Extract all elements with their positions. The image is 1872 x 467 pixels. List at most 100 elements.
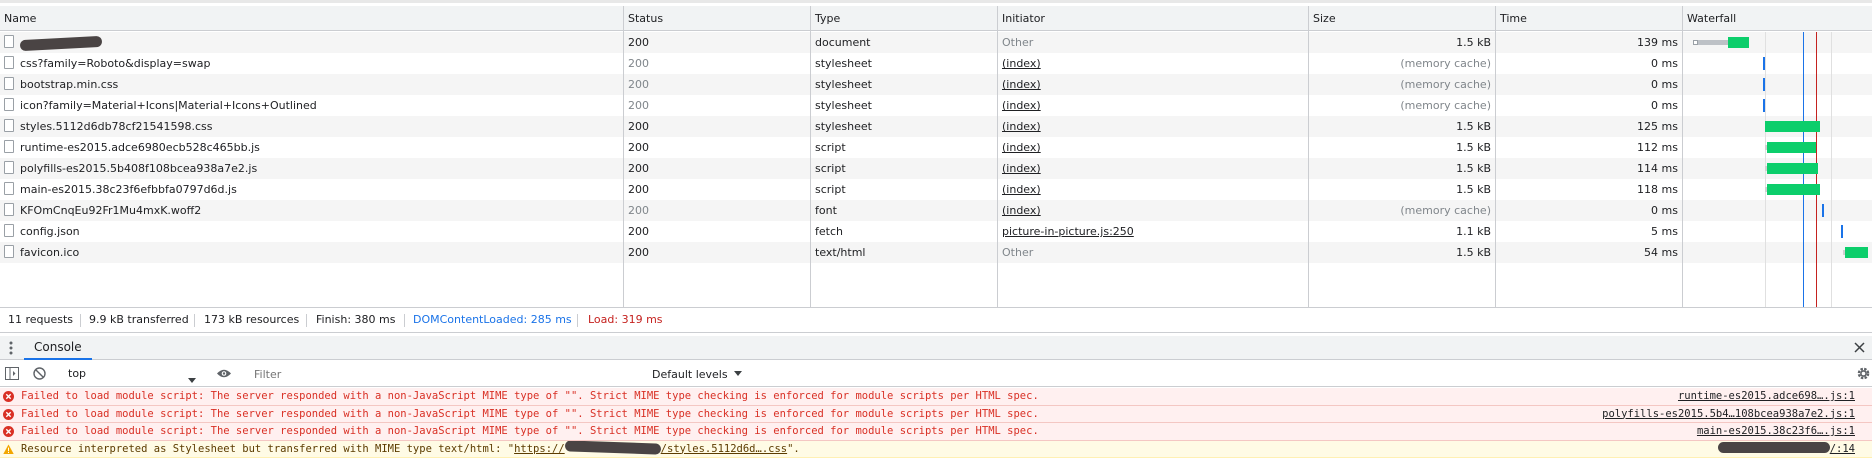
cell-initiator: (index) — [998, 53, 1308, 74]
log-levels-dropdown[interactable]: Default levels — [652, 364, 743, 384]
console-error-message: Failed to load module script: The server… — [0, 388, 1872, 406]
waterfall-bar[interactable] — [1763, 57, 1766, 70]
waterfall-bar[interactable] — [1767, 142, 1816, 153]
network-request-row[interactable]: runtime-es2015.adce6980ecb528c465bb.js 20… — [0, 137, 1872, 158]
waterfall-bar[interactable] — [1763, 78, 1766, 91]
waterfall-bar[interactable] — [1821, 204, 1824, 217]
network-panel: Name Status Type Initiator Size Time Wat… — [0, 0, 1872, 310]
request-type: text/html — [815, 246, 866, 259]
request-initiator[interactable]: (index) — [1002, 204, 1041, 217]
request-initiator[interactable]: (index) — [1002, 99, 1041, 112]
cell-time: 114 ms — [1496, 158, 1682, 179]
file-icon — [4, 245, 14, 258]
waterfall-bar[interactable] — [1765, 121, 1820, 132]
console-filter-input[interactable] — [250, 365, 644, 383]
request-status: 200 — [628, 141, 649, 154]
network-request-row[interactable]: css?family=Roboto&display=swap 200 stylesh… — [0, 53, 1872, 74]
summary-load: Load: 319 ms — [588, 313, 663, 326]
cell-status: 200 — [624, 137, 810, 158]
request-status: 200 — [628, 183, 649, 196]
waterfall-bar[interactable] — [1840, 225, 1843, 238]
cell-size: 1.5 kB — [1309, 116, 1495, 137]
column-header-time[interactable]: Time — [1496, 6, 1683, 31]
cell-size: 1.5 kB — [1309, 158, 1495, 179]
network-request-row[interactable]: 200 document Other 1.5 kB 139 ms — [0, 32, 1872, 53]
waterfall-bar[interactable] — [1844, 247, 1868, 258]
request-initiator[interactable]: (index) — [1002, 78, 1041, 91]
request-initiator[interactable]: (index) — [1002, 120, 1041, 133]
request-time: 125 ms — [1637, 120, 1678, 133]
request-name: runtime-es2015.adce6980ecb528c465bb.js — [20, 141, 260, 154]
close-drawer-icon[interactable] — [1853, 341, 1866, 354]
summary-dom-content-loaded: DOMContentLoaded: 285 ms — [413, 313, 572, 326]
request-name: config.json — [20, 225, 80, 238]
cell-initiator: (index) — [998, 200, 1308, 221]
column-header-initiator[interactable]: Initiator — [998, 6, 1309, 31]
waterfall-bar[interactable] — [1767, 163, 1818, 174]
message-source-link[interactable]: runtime-es2015.adce698….js:1 — [1678, 388, 1855, 405]
message-source-link[interactable]: /:14 — [1717, 441, 1855, 458]
request-size: (memory cache) — [1400, 99, 1491, 112]
waterfall-bar[interactable] — [1727, 37, 1749, 48]
network-request-row[interactable]: icon?family=Material+Icons|Material+Icon… — [0, 95, 1872, 116]
waterfall-start-marker — [1693, 40, 1699, 45]
message-source-link[interactable]: polyfills-es2015.5b4…108bcea938a7e2.js:1 — [1602, 406, 1855, 423]
request-type: script — [815, 162, 846, 175]
request-time: 0 ms — [1651, 57, 1678, 70]
network-request-row[interactable]: styles.5112d6db78cf21541598.css 200 styles… — [0, 116, 1872, 137]
file-icon — [4, 224, 14, 237]
request-time: 5 ms — [1651, 225, 1678, 238]
cell-initiator: (index) — [998, 158, 1308, 179]
drawer-menu-icon[interactable] — [9, 341, 13, 355]
file-icon — [4, 119, 14, 132]
cell-type: stylesheet — [811, 95, 997, 116]
live-expression-eye-icon[interactable] — [216, 368, 232, 379]
network-request-row[interactable]: bootstrap.min.css 200 stylesheet (index) (me… — [0, 74, 1872, 95]
message-source-link[interactable]: main-es2015.38c23f6….js:1 — [1697, 423, 1855, 440]
network-request-row[interactable]: main-es2015.38c23f6efbbfa0797d6d.js 200 sc… — [0, 179, 1872, 200]
console-warning-message: Resource interpreted as Stylesheet but t… — [0, 440, 1872, 458]
request-time: 118 ms — [1637, 183, 1678, 196]
column-header-waterfall[interactable]: Waterfall — [1683, 6, 1872, 31]
console-message-text: Failed to load module script: The server… — [21, 390, 1039, 402]
cell-initiator: (index) — [998, 179, 1308, 200]
cell-size: 1.5 kB — [1309, 137, 1495, 158]
waterfall-gridline — [1765, 32, 1766, 310]
column-header-size[interactable]: Size — [1309, 6, 1496, 31]
column-header-type[interactable]: Type — [811, 6, 998, 31]
console-settings-gear-icon[interactable] — [1856, 366, 1871, 381]
request-initiator[interactable]: (index) — [1002, 183, 1041, 196]
cell-initiator: (index) — [998, 137, 1308, 158]
summary-resources: 173 kB resources — [204, 313, 300, 326]
summary-separator — [194, 314, 195, 327]
network-request-row[interactable]: KFOmCnqEu92Fr1Mu4mxK.woff2 200 font (index)… — [0, 200, 1872, 221]
waterfall-bar[interactable] — [1767, 184, 1820, 195]
context-selector[interactable]: top — [64, 364, 199, 384]
summary-separator — [306, 314, 307, 327]
request-initiator[interactable]: (index) — [1002, 57, 1041, 70]
summary-separator — [577, 314, 578, 327]
column-header-status[interactable]: Status — [624, 6, 811, 31]
network-request-row[interactable]: polyfills-es2015.5b408f108bcea938a7e2.js… — [0, 158, 1872, 179]
request-initiator[interactable]: picture-in-picture.js:250 — [1002, 225, 1134, 238]
cell-status: 200 — [624, 74, 810, 95]
console-error-message: Failed to load module script: The server… — [0, 405, 1872, 423]
network-request-row[interactable]: config.json 200 fetch picture-in-picture.js… — [0, 221, 1872, 242]
column-header-name[interactable]: Name — [0, 6, 624, 31]
waterfall-bar[interactable] — [1763, 99, 1766, 112]
cell-type: document — [811, 32, 997, 53]
clear-console-icon[interactable] — [33, 367, 46, 380]
cell-status: 200 — [624, 242, 810, 263]
console-toolbar: top Default levels — [0, 361, 1872, 387]
request-type: font — [815, 204, 837, 217]
request-initiator[interactable]: (index) — [1002, 141, 1041, 154]
show-sidebar-icon[interactable] — [5, 367, 19, 380]
tab-console[interactable]: Console — [24, 336, 92, 360]
stylesheet-url-link[interactable]: https:// /styles.5112d6d….css — [514, 440, 787, 455]
error-icon — [3, 426, 14, 437]
request-time: 114 ms — [1637, 162, 1678, 175]
request-initiator[interactable]: (index) — [1002, 162, 1041, 175]
request-status: 200 — [628, 225, 649, 238]
network-request-row[interactable]: favicon.ico 200 text/html Other 1.5 kB 54 ms — [0, 242, 1872, 263]
column-divider — [1495, 6, 1496, 310]
